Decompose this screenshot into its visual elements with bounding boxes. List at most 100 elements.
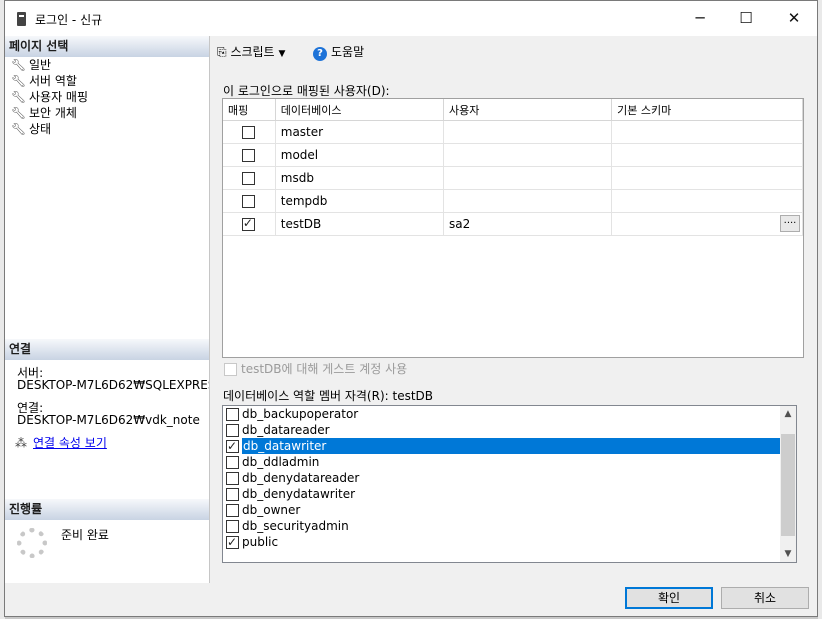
- connection-properties-icon: ⁂: [15, 436, 27, 450]
- scroll-down-icon[interactable]: ▼: [780, 546, 796, 562]
- guest-account-label: testDB에 대해 게스트 계정 사용: [241, 362, 408, 376]
- list-item[interactable]: db_owner: [226, 502, 780, 518]
- view-connection-properties-link[interactable]: 연결 속성 보기: [33, 436, 107, 450]
- role-name: db_denydatawriter: [242, 487, 356, 501]
- roles-label: 데이터베이스 역할 멤버 자격(R): testDB: [223, 389, 434, 403]
- database-cell: testDB: [275, 212, 445, 236]
- mapped-users-label: 이 로그인으로 매핑된 사용자(D):: [223, 84, 390, 98]
- role-name: db_owner: [242, 503, 301, 517]
- list-item[interactable]: db_denydatawriter: [226, 486, 780, 502]
- user-cell[interactable]: sa2: [443, 212, 613, 236]
- table-row[interactable]: msdb: [223, 166, 803, 190]
- schema-cell[interactable]: [611, 120, 803, 144]
- progress-header: 진행률: [5, 499, 209, 520]
- progress-spinner-icon: [17, 528, 47, 558]
- role-name: db_securityadmin: [242, 519, 349, 533]
- guest-account-checkbox[interactable]: [224, 363, 237, 376]
- role-name: db_datareader: [242, 423, 330, 437]
- role-name: db_ddladmin: [242, 455, 320, 469]
- role-checkbox[interactable]: [226, 424, 239, 437]
- database-cell: master: [275, 120, 445, 144]
- map-checkbox[interactable]: [241, 216, 255, 231]
- page-item-label: 상태: [29, 122, 52, 136]
- connection-value: DESKTOP-M7L6D62₩vdk_note: [17, 413, 200, 427]
- table-row[interactable]: tempdb: [223, 189, 803, 213]
- database-role-list: db_backupoperator db_datareader db_dataw…: [222, 405, 797, 563]
- title-bar: 로그인 - 신규 ─ ☐ ✕: [5, 1, 817, 36]
- close-button[interactable]: ✕: [771, 1, 817, 36]
- login-new-dialog: 로그인 - 신규 ─ ☐ ✕ 페이지 선택 🔧︎ 일반 🔧︎ 서버 역할 🔧︎ 사용자…: [4, 0, 818, 617]
- table-row[interactable]: model: [223, 143, 803, 167]
- wrench-icon: 🔧︎: [11, 106, 27, 120]
- list-item[interactable]: public: [226, 534, 780, 550]
- page-item-status[interactable]: 🔧︎ 상태: [11, 121, 51, 137]
- map-checkbox[interactable]: [241, 126, 255, 139]
- map-checkbox[interactable]: [241, 149, 255, 162]
- database-cell: msdb: [275, 166, 445, 190]
- role-checkbox[interactable]: [226, 408, 239, 421]
- role-name: db_backupoperator: [242, 407, 359, 421]
- column-header-user[interactable]: 사용자: [443, 99, 613, 121]
- map-checkbox[interactable]: [241, 195, 255, 208]
- list-item[interactable]: db_securityadmin: [226, 518, 780, 534]
- database-cell: tempdb: [275, 189, 445, 213]
- column-header-map[interactable]: 매핑: [223, 99, 276, 121]
- column-header-default-schema[interactable]: 기본 스키마: [611, 99, 803, 121]
- page-item-server-roles[interactable]: 🔧︎ 서버 역할: [11, 73, 77, 89]
- wrench-icon: 🔧︎: [11, 122, 27, 136]
- list-item[interactable]: db_ddladmin: [226, 454, 780, 470]
- browse-schema-button[interactable]: ....: [780, 215, 800, 232]
- scrollbar-thumb[interactable]: [781, 434, 795, 536]
- list-item[interactable]: db_backupoperator: [226, 406, 780, 422]
- scroll-up-icon[interactable]: ▲: [780, 406, 796, 422]
- page-item-securables[interactable]: 🔧︎ 보안 개체: [11, 105, 77, 121]
- table-row[interactable]: master: [223, 120, 803, 144]
- role-checkbox[interactable]: [226, 488, 239, 501]
- role-name: public: [242, 535, 279, 549]
- help-icon: ?: [313, 47, 327, 61]
- ok-button[interactable]: 확인: [625, 587, 713, 609]
- page-item-user-mapping[interactable]: 🔧︎ 사용자 매핑: [11, 89, 88, 105]
- role-checkbox[interactable]: [226, 456, 239, 469]
- schema-cell[interactable]: [611, 189, 803, 213]
- page-item-label: 사용자 매핑: [29, 90, 89, 104]
- script-button[interactable]: ⎘ 스크립트 ▼: [217, 43, 285, 60]
- minimize-button[interactable]: ─: [677, 1, 723, 36]
- user-cell[interactable]: [443, 143, 613, 167]
- role-list-scrollbar[interactable]: ▲ ▼: [780, 406, 796, 562]
- wrench-icon: 🔧︎: [11, 74, 27, 88]
- user-cell[interactable]: [443, 166, 613, 190]
- help-button[interactable]: ? 도움말: [313, 43, 364, 61]
- schema-cell[interactable]: [611, 166, 803, 190]
- list-item[interactable]: db_datareader: [226, 422, 780, 438]
- page-item-label: 보안 개체: [29, 106, 77, 120]
- schema-cell[interactable]: ....: [611, 212, 803, 236]
- view-connection-properties[interactable]: ⁂ 연결 속성 보기: [15, 434, 107, 451]
- page-item-label: 서버 역할: [29, 74, 77, 88]
- role-checkbox[interactable]: [226, 472, 239, 485]
- user-cell[interactable]: [443, 120, 613, 144]
- role-checkbox[interactable]: [226, 520, 239, 533]
- progress-status: 준비 완료: [61, 528, 109, 542]
- connection-header: 연결: [5, 339, 209, 360]
- wrench-icon: 🔧︎: [11, 90, 27, 104]
- role-checkbox[interactable]: [226, 534, 239, 550]
- guest-account-option[interactable]: testDB에 대해 게스트 계정 사용: [224, 360, 407, 377]
- server-icon: [17, 12, 26, 26]
- column-header-database[interactable]: 데이터베이스: [275, 99, 445, 121]
- table-row[interactable]: testDB sa2 ....: [223, 212, 803, 236]
- page-item-label: 일반: [29, 58, 52, 72]
- map-checkbox[interactable]: [241, 172, 255, 185]
- list-item[interactable]: db_datawriter: [226, 438, 780, 454]
- role-checkbox[interactable]: [226, 504, 239, 517]
- page-item-general[interactable]: 🔧︎ 일반: [11, 57, 51, 73]
- user-cell[interactable]: [443, 189, 613, 213]
- server-value: DESKTOP-M7L6D62₩SQLEXPRESS: [17, 378, 209, 392]
- maximize-button[interactable]: ☐: [723, 1, 769, 36]
- script-icon: ⎘: [217, 45, 227, 59]
- list-item[interactable]: db_denydatareader: [226, 470, 780, 486]
- schema-cell[interactable]: [611, 143, 803, 167]
- cancel-button[interactable]: 취소: [721, 587, 809, 609]
- role-checkbox[interactable]: [226, 438, 239, 454]
- help-label: 도움말: [331, 45, 365, 59]
